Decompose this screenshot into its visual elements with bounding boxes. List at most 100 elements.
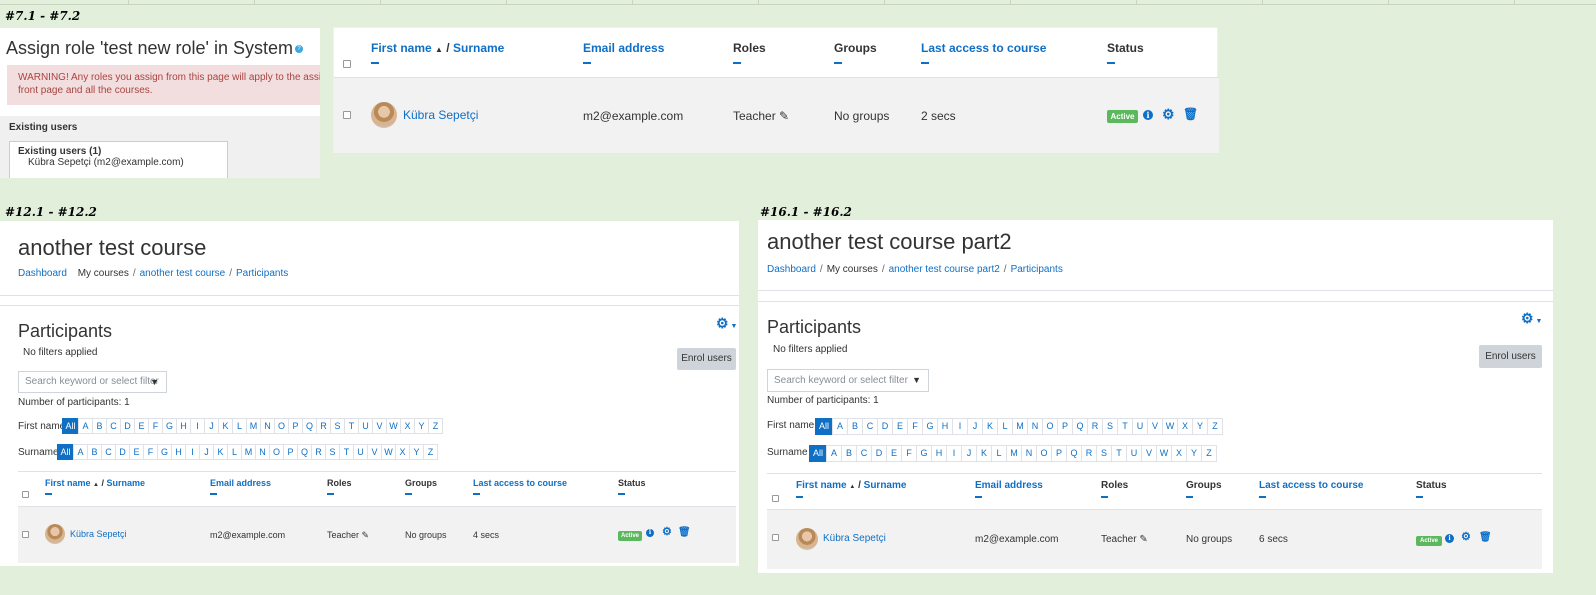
trash-icon[interactable]: 🗑 <box>1183 108 1198 120</box>
breadcrumb-participants[interactable]: Participants <box>236 268 288 279</box>
column-toggle[interactable] <box>1416 496 1423 498</box>
sort-surname[interactable]: Surname <box>107 478 146 488</box>
initial-a[interactable]: A <box>73 444 88 460</box>
initial-q[interactable]: Q <box>297 444 312 460</box>
enrol-users-button[interactable]: Enrol users <box>1479 345 1542 368</box>
initial-a[interactable]: A <box>78 418 93 434</box>
row-checkbox[interactable] <box>772 534 779 541</box>
gear-icon[interactable]: ⚙ ▼ <box>1521 311 1542 325</box>
initial-b[interactable]: B <box>841 445 857 462</box>
initial-b[interactable]: B <box>92 418 107 434</box>
initial-n[interactable]: N <box>1027 418 1043 435</box>
trash-icon[interactable]: 🗑 <box>1479 533 1492 543</box>
initial-s[interactable]: S <box>1096 445 1112 462</box>
initial-t[interactable]: T <box>339 444 354 460</box>
avatar[interactable] <box>796 528 818 550</box>
initial-f[interactable]: F <box>907 418 923 435</box>
initial-i[interactable]: I <box>952 418 968 435</box>
search-input[interactable]: Search keyword or select filter ▼ <box>767 369 929 392</box>
header-last-access[interactable]: Last access to course <box>921 41 1046 64</box>
initial-x[interactable]: X <box>395 444 410 460</box>
initial-s[interactable]: S <box>330 418 345 434</box>
initial-c[interactable]: C <box>106 418 121 434</box>
initial-h[interactable]: H <box>931 445 947 462</box>
column-toggle[interactable] <box>1107 62 1115 64</box>
initial-n[interactable]: N <box>260 418 275 434</box>
initial-w[interactable]: W <box>386 418 401 434</box>
initial-d[interactable]: D <box>115 444 130 460</box>
initial-y[interactable]: Y <box>1192 418 1208 435</box>
initial-m[interactable]: M <box>1012 418 1028 435</box>
initial-h[interactable]: H <box>176 418 191 434</box>
initial-u[interactable]: U <box>1126 445 1142 462</box>
initial-m[interactable]: M <box>1006 445 1022 462</box>
initial-g[interactable]: G <box>916 445 932 462</box>
initial-w[interactable]: W <box>1162 418 1178 435</box>
select-all-checkbox[interactable] <box>22 491 29 498</box>
gear-icon[interactable]: ⚙ <box>1162 107 1175 121</box>
initial-j[interactable]: J <box>967 418 983 435</box>
initial-q[interactable]: Q <box>1066 445 1082 462</box>
initial-i[interactable]: I <box>946 445 962 462</box>
initial-t[interactable]: T <box>1117 418 1133 435</box>
column-toggle[interactable] <box>405 493 412 495</box>
existing-user-option[interactable]: Kübra Sepetçi (m2@example.com) <box>28 157 184 168</box>
initial-g[interactable]: G <box>162 418 177 434</box>
header-email[interactable]: Email address <box>975 480 1043 498</box>
info-icon[interactable]: i <box>1445 534 1454 543</box>
initial-c[interactable]: C <box>856 445 872 462</box>
row-checkbox[interactable] <box>343 111 351 119</box>
column-toggle[interactable] <box>834 62 842 64</box>
initial-p[interactable]: P <box>283 444 298 460</box>
column-toggle[interactable] <box>45 493 52 495</box>
initial-w[interactable]: W <box>1156 445 1172 462</box>
initial-b[interactable]: B <box>87 444 102 460</box>
header-email[interactable]: Email address <box>210 478 271 495</box>
initial-j[interactable]: J <box>961 445 977 462</box>
initial-s[interactable]: S <box>325 444 340 460</box>
initial-r[interactable]: R <box>1087 418 1103 435</box>
initial-m[interactable]: M <box>246 418 261 434</box>
initial-i[interactable]: I <box>185 444 200 460</box>
header-last-access[interactable]: Last access to course <box>1259 480 1364 498</box>
column-toggle[interactable] <box>796 496 803 498</box>
initial-all[interactable]: All <box>809 445 827 462</box>
avatar[interactable] <box>371 102 397 128</box>
initial-x[interactable]: X <box>1177 418 1193 435</box>
initial-h[interactable]: H <box>171 444 186 460</box>
initial-y[interactable]: Y <box>1186 445 1202 462</box>
sort-surname[interactable]: Surname <box>453 41 504 55</box>
initial-t[interactable]: T <box>344 418 359 434</box>
initial-q[interactable]: Q <box>1072 418 1088 435</box>
initial-all[interactable]: All <box>62 418 79 434</box>
initial-l[interactable]: L <box>991 445 1007 462</box>
breadcrumb-dashboard[interactable]: Dashboard <box>767 264 816 275</box>
initial-g[interactable]: G <box>157 444 172 460</box>
initial-k[interactable]: K <box>982 418 998 435</box>
initial-u[interactable]: U <box>358 418 373 434</box>
enrol-users-button[interactable]: Enrol users <box>677 348 736 370</box>
initial-u[interactable]: U <box>353 444 368 460</box>
initial-d[interactable]: D <box>877 418 893 435</box>
initial-w[interactable]: W <box>381 444 396 460</box>
initial-x[interactable]: X <box>400 418 415 434</box>
initial-f[interactable]: F <box>901 445 917 462</box>
initial-p[interactable]: P <box>1057 418 1073 435</box>
initial-i[interactable]: I <box>190 418 205 434</box>
initial-j[interactable]: J <box>199 444 214 460</box>
breadcrumb-participants[interactable]: Participants <box>1011 264 1063 275</box>
initial-u[interactable]: U <box>1132 418 1148 435</box>
initial-p[interactable]: P <box>1051 445 1067 462</box>
sort-first-name[interactable]: First name <box>371 41 432 55</box>
initial-j[interactable]: J <box>204 418 219 434</box>
initial-y[interactable]: Y <box>414 418 429 434</box>
sort-first-name[interactable]: First name <box>45 478 91 488</box>
initial-x[interactable]: X <box>1171 445 1187 462</box>
breadcrumb-course[interactable]: another test course part2 <box>889 264 1000 275</box>
initial-k[interactable]: K <box>976 445 992 462</box>
initial-g[interactable]: G <box>922 418 938 435</box>
column-toggle[interactable] <box>1186 496 1193 498</box>
initial-e[interactable]: E <box>886 445 902 462</box>
initial-r[interactable]: R <box>316 418 331 434</box>
initial-p[interactable]: P <box>288 418 303 434</box>
